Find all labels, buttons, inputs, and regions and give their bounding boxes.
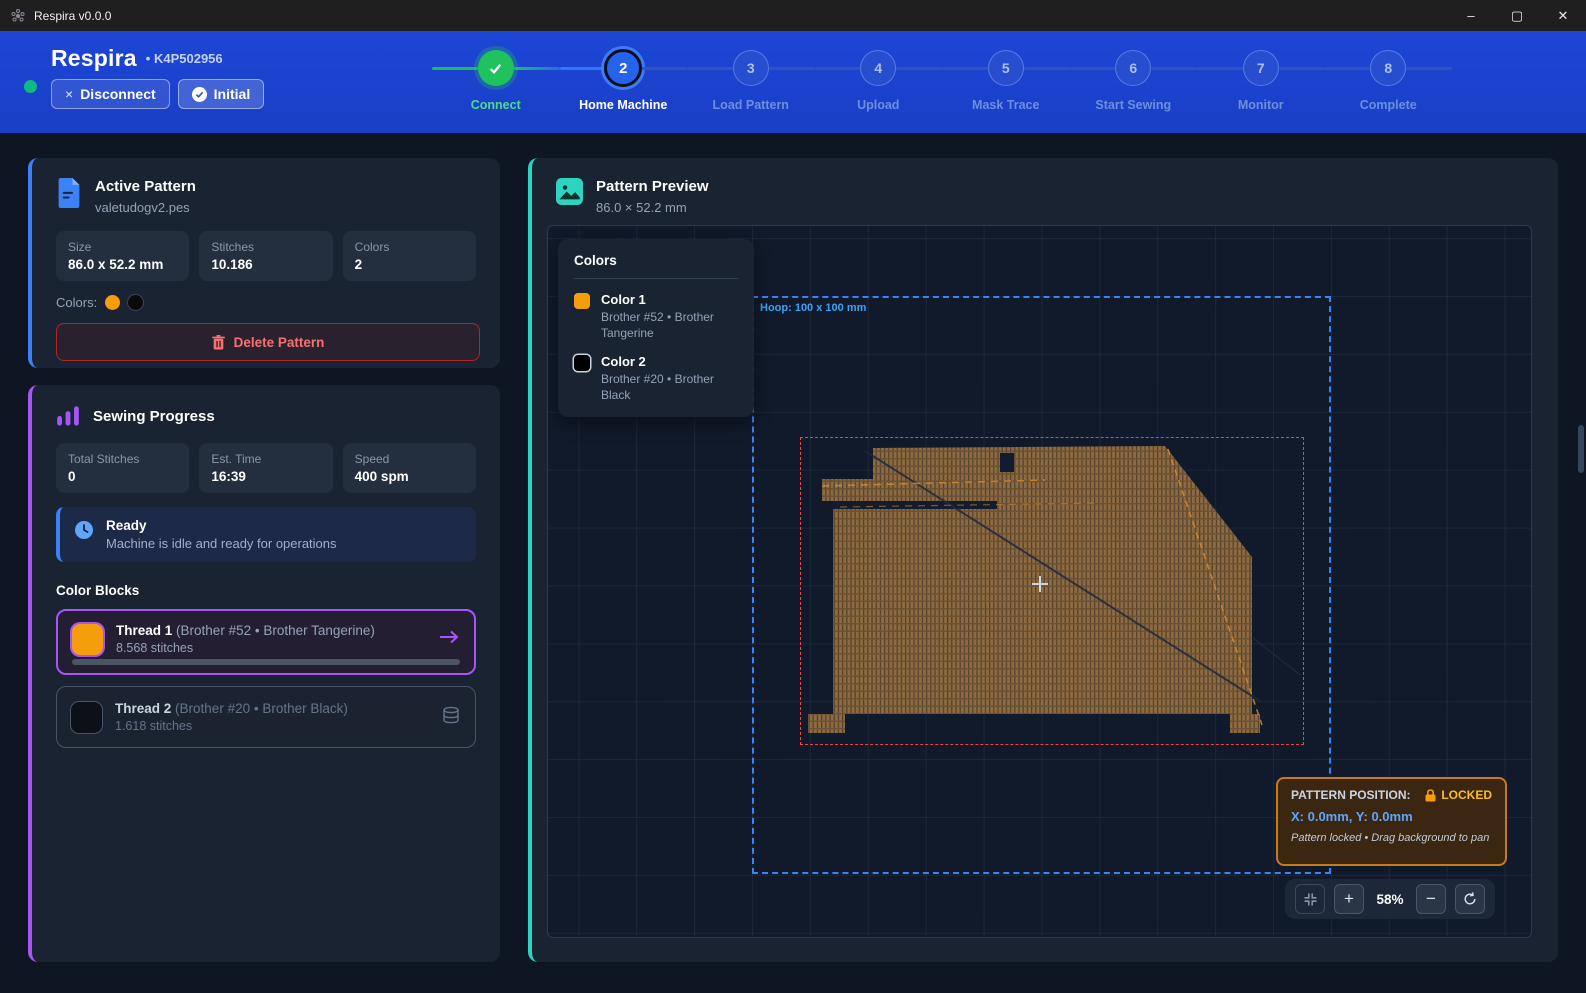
pattern-coordinates: X: 0.0mm, Y: 0.0mm	[1291, 809, 1492, 824]
pattern-colors-row: Colors:	[32, 281, 500, 310]
colors-legend: Colors Color 1 Brother #52 • Brother Tan…	[558, 239, 754, 417]
preview-canvas[interactable]: Hoop: 100 x 100 mm	[547, 225, 1532, 938]
step-done-check-icon	[478, 50, 514, 86]
pattern-dimensions: 86.0 × 52.2 mm	[596, 200, 709, 215]
legend-swatch-2	[574, 355, 590, 371]
stat-colors: Colors 2	[343, 231, 476, 281]
layers-stack-icon	[441, 706, 461, 729]
image-icon	[556, 178, 583, 205]
pattern-position-overlay: PATTERN POSITION: LOCKED X: 0.0mm, Y: 0.…	[1276, 777, 1507, 866]
color-swatch-black	[128, 295, 143, 310]
workflow-stepper: Connect 2 Home Machine 3 Load Pattern 4 …	[432, 46, 1452, 112]
arrow-right-icon	[438, 629, 460, 650]
status-description: Machine is idle and ready for operations	[106, 536, 337, 551]
color-swatch-tangerine	[105, 295, 120, 310]
trash-icon	[212, 335, 225, 350]
thread-2-block[interactable]: Thread 2 (Brother #20 • Brother Black) 1…	[56, 686, 476, 748]
delete-pattern-button[interactable]: Delete Pattern	[56, 323, 480, 361]
minimize-button[interactable]: –	[1448, 0, 1494, 31]
app-name: Respira	[51, 45, 137, 72]
hoop-center-crosshair	[1032, 576, 1048, 592]
lock-icon	[1425, 789, 1436, 802]
sewing-progress-title: Sewing Progress	[93, 408, 215, 425]
zoom-out-button[interactable]: −	[1416, 884, 1446, 914]
step-start-sewing[interactable]: 6 Start Sewing	[1070, 46, 1198, 112]
initial-button[interactable]: Initial	[178, 79, 265, 109]
thread-1-progress-bar	[72, 659, 460, 665]
thread-1-block[interactable]: Thread 1 (Brother #52 • Brother Tangerin…	[56, 609, 476, 675]
step-monitor[interactable]: 7 Monitor	[1197, 46, 1325, 112]
sewing-progress-card: Sewing Progress Total Stitches 0 Est. Ti…	[28, 385, 500, 962]
stat-est-time: Est. Time 16:39	[199, 443, 332, 493]
machine-serial: • K4P502956	[146, 51, 223, 66]
app-header: Respira • K4P502956 × Disconnect Initial	[0, 31, 1586, 133]
title-bar: Respira v0.0.0 – ▢ ✕	[0, 0, 1586, 31]
window-title: Respira v0.0.0	[34, 9, 111, 23]
pattern-preview-title: Pattern Preview	[596, 178, 709, 195]
thread-1-swatch	[72, 624, 103, 655]
stat-stitches: Stitches 10.186	[199, 231, 332, 281]
zoom-in-button[interactable]: +	[1334, 884, 1364, 914]
scrollbar-thumb[interactable]	[1578, 425, 1584, 473]
color-blocks-heading: Color Blocks	[32, 562, 500, 598]
active-pattern-title: Active Pattern	[95, 178, 196, 195]
active-pattern-card: Active Pattern valetudogv2.pes Size 86.0…	[28, 158, 500, 368]
legend-color-2: Color 2 Brother #20 • Brother Black	[574, 354, 738, 403]
zoom-controls: + 58% −	[1285, 879, 1495, 919]
fit-view-button[interactable]	[1295, 884, 1325, 914]
reset-view-icon	[1462, 891, 1478, 907]
stat-speed: Speed 400 spm	[343, 443, 476, 493]
pattern-filename: valetudogv2.pes	[95, 200, 196, 215]
pattern-bounds-box	[800, 437, 1304, 745]
connection-status-dot	[24, 80, 37, 93]
step-upload[interactable]: 4 Upload	[815, 46, 943, 112]
check-circle-icon	[192, 87, 207, 102]
close-button[interactable]: ✕	[1540, 0, 1586, 31]
embroidery-pattern[interactable]	[800, 437, 1304, 745]
machine-status-box: Ready Machine is idle and ready for oper…	[56, 507, 476, 562]
legend-color-1: Color 1 Brother #52 • Brother Tangerine	[574, 292, 738, 341]
pattern-position-label: PATTERN POSITION:	[1291, 788, 1411, 802]
document-icon	[56, 178, 82, 208]
legend-swatch-1	[574, 293, 590, 309]
locked-badge: LOCKED	[1441, 788, 1492, 802]
pattern-preview-card: Pattern Preview 86.0 × 52.2 mm Hoop: 100…	[528, 158, 1558, 962]
step-connect[interactable]: Connect	[432, 46, 560, 112]
reset-view-button[interactable]	[1455, 884, 1485, 914]
status-title: Ready	[106, 518, 337, 533]
thread-2-swatch	[71, 702, 102, 733]
step-complete[interactable]: 8 Complete	[1325, 46, 1453, 112]
stat-total-stitches: Total Stitches 0	[56, 443, 189, 493]
step-load-pattern[interactable]: 3 Load Pattern	[687, 46, 815, 112]
bar-chart-icon	[56, 405, 80, 427]
step-mask-trace[interactable]: 5 Mask Trace	[942, 46, 1070, 112]
app-logo-icon	[10, 8, 26, 24]
pattern-lock-hint: Pattern locked • Drag background to pan	[1291, 832, 1492, 844]
fit-view-icon	[1302, 891, 1319, 908]
x-icon: ×	[65, 86, 73, 102]
zoom-level: 58%	[1373, 892, 1407, 907]
stat-size: Size 86.0 x 52.2 mm	[56, 231, 189, 281]
hoop-label: Hoop: 100 x 100 mm	[760, 302, 866, 314]
maximize-button[interactable]: ▢	[1494, 0, 1540, 31]
disconnect-button[interactable]: × Disconnect	[51, 79, 170, 109]
step-home-machine[interactable]: 2 Home Machine	[560, 46, 688, 112]
clock-icon	[74, 520, 94, 540]
